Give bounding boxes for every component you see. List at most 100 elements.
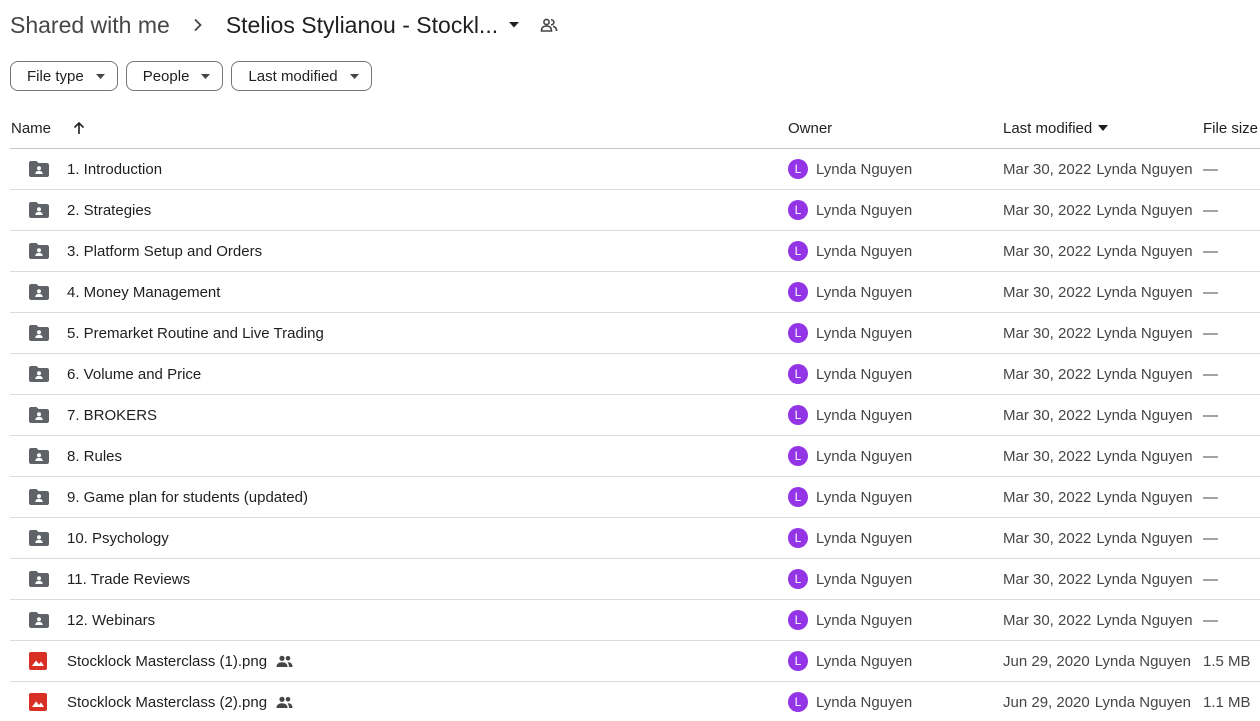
owner-cell: L Lynda Nguyen [788,436,912,476]
sort-ascending-icon[interactable] [72,108,86,148]
column-header-name[interactable]: Name [11,108,51,148]
filter-label: Last modified [248,67,338,85]
owner-cell: L Lynda Nguyen [788,600,912,640]
avatar: L [788,528,808,548]
file-name-cell[interactable]: Stocklock Masterclass (2).png [67,682,293,721]
owner-name: Lynda Nguyen [816,160,913,178]
owner-cell: L Lynda Nguyen [788,313,912,353]
file-size: — [1203,406,1218,424]
last-modified-cell: Jun 29, 2020 Lynda Nguyen [1003,682,1191,721]
modified-date: Mar 30, 2022 [1003,365,1092,383]
table-row[interactable]: 10. Psychology L Lynda Nguyen Mar 30, 2022 L… [10,518,1260,559]
caret-down-icon[interactable] [508,21,520,29]
table-row[interactable]: 1. Introduction L Lynda Nguyen Mar 30, 2022… [10,149,1260,190]
folder-icon [29,477,49,517]
last-modified-cell: Mar 30, 2022 Lynda Nguyen [1003,313,1193,353]
table-row[interactable]: 2. Strategies L Lynda Nguyen Mar 30, 2022 Ly… [10,190,1260,231]
avatar: L [788,569,808,589]
modified-date: Mar 30, 2022 [1003,201,1092,219]
last-modified-cell: Mar 30, 2022 Lynda Nguyen [1003,272,1193,312]
file-name-cell[interactable]: Stocklock Masterclass (1).png [67,641,293,681]
file-name: 12. Webinars [67,611,156,629]
file-name-cell[interactable]: 6. Volume and Price [67,354,201,394]
table-row[interactable]: 12. Webinars L Lynda Nguyen Mar 30, 2022 Lyn… [10,600,1260,641]
column-header-last-modified[interactable]: Last modified [1003,108,1109,148]
image-file-icon [29,682,47,721]
file-name-cell[interactable]: 12. Webinars [67,600,155,640]
table-row[interactable]: 4. Money Management L Lynda Nguyen Mar 30, … [10,272,1260,313]
caret-down-icon [1098,125,1109,131]
filter-people[interactable]: People [125,61,224,91]
file-name: 11. Trade Reviews [67,570,191,588]
file-size: — [1203,529,1218,547]
table-row[interactable]: Stocklock Masterclass (1).png L Lynda Nguy… [10,641,1260,682]
file-name-cell[interactable]: 9. Game plan for students (updated) [67,477,308,517]
table-row[interactable]: 9. Game plan for students (updated) L Lynd… [10,477,1260,518]
last-modified-cell: Mar 30, 2022 Lynda Nguyen [1003,436,1193,476]
breadcrumb: Shared with me Stelios Stylianou - Stock… [10,8,558,42]
file-list: 1. Introduction L Lynda Nguyen Mar 30, 2022… [10,149,1260,721]
column-header-last-modified-label: Last modified [1003,119,1093,137]
owner-cell: L Lynda Nguyen [788,477,912,517]
table-row[interactable]: 7. BROKERS L Lynda Nguyen Mar 30, 2022 Lynda… [10,395,1260,436]
owner-name: Lynda Nguyen [816,365,913,383]
filter-last-modified[interactable]: Last modified [231,61,372,91]
file-name-cell[interactable]: 5. Premarket Routine and Live Trading [67,313,324,353]
avatar: L [788,241,808,261]
owner-name: Lynda Nguyen [816,488,913,506]
modified-date: Mar 30, 2022 [1003,488,1092,506]
filter-bar: File type People Last modified [10,61,372,91]
file-name-cell[interactable]: 8. Rules [67,436,122,476]
modified-date: Mar 30, 2022 [1003,447,1092,465]
file-name: 5. Premarket Routine and Live Trading [67,324,324,342]
file-name: 4. Money Management [67,283,221,301]
file-name: 10. Psychology [67,529,169,547]
file-name-cell[interactable]: 2. Strategies [67,190,151,230]
file-name-cell[interactable]: 7. BROKERS [67,395,157,435]
file-size: — [1203,488,1218,506]
file-name-cell[interactable]: 3. Platform Setup and Orders [67,231,262,271]
folder-icon [29,231,49,271]
modified-by: Lynda Nguyen [1096,365,1193,383]
modified-by: Lynda Nguyen [1096,324,1193,342]
modified-date: Mar 30, 2022 [1003,324,1092,342]
table-row[interactable]: 8. Rules L Lynda Nguyen Mar 30, 2022 Lynda N… [10,436,1260,477]
modified-by: Lynda Nguyen [1096,406,1193,424]
table-row[interactable]: 3. Platform Setup and Orders L Lynda Nguye… [10,231,1260,272]
owner-name: Lynda Nguyen [816,242,913,260]
image-file-icon [29,641,47,681]
modified-by: Lynda Nguyen [1096,611,1193,629]
modified-date: Mar 30, 2022 [1003,611,1092,629]
breadcrumb-current-folder[interactable]: Stelios Stylianou - Stockl... [226,12,498,39]
modified-date: Mar 30, 2022 [1003,570,1092,588]
folder-icon [29,518,49,558]
filter-label: People [142,67,190,85]
owner-cell: L Lynda Nguyen [788,149,912,189]
modified-by: Lynda Nguyen [1096,201,1193,219]
table-row[interactable]: 5. Premarket Routine and Live Trading L Ly… [10,313,1260,354]
file-name-cell[interactable]: 4. Money Management [67,272,220,312]
file-name-cell[interactable]: 10. Psychology [67,518,169,558]
modified-date: Mar 30, 2022 [1003,160,1092,178]
drive-page: Shared with me Stelios Stylianou - Stock… [0,0,1260,721]
file-name: 8. Rules [67,447,123,465]
shared-people-icon[interactable] [540,18,558,32]
filter-file-type[interactable]: File type [10,61,118,91]
breadcrumb-root[interactable]: Shared with me [10,12,170,39]
shared-people-icon [276,655,293,667]
file-name-cell[interactable]: 11. Trade Reviews [67,559,190,599]
avatar: L [788,159,808,179]
last-modified-cell: Mar 30, 2022 Lynda Nguyen [1003,190,1193,230]
table-row[interactable]: Stocklock Masterclass (2).png L Lynda Nguy… [10,682,1260,721]
table-row[interactable]: 6. Volume and Price L Lynda Nguyen Mar 30, … [10,354,1260,395]
modified-date: Jun 29, 2020 [1003,693,1090,711]
folder-icon [29,149,49,189]
table-row[interactable]: 11. Trade Reviews L Lynda Nguyen Mar 30, 20… [10,559,1260,600]
modified-by: Lynda Nguyen [1096,160,1193,178]
modified-by: Lynda Nguyen [1094,693,1191,711]
column-header-file-size[interactable]: File size [1203,108,1258,148]
modified-date: Jun 29, 2020 [1003,652,1090,670]
file-name-cell[interactable]: 1. Introduction [67,149,162,189]
folder-icon [29,272,49,312]
column-header-owner[interactable]: Owner [788,108,832,148]
